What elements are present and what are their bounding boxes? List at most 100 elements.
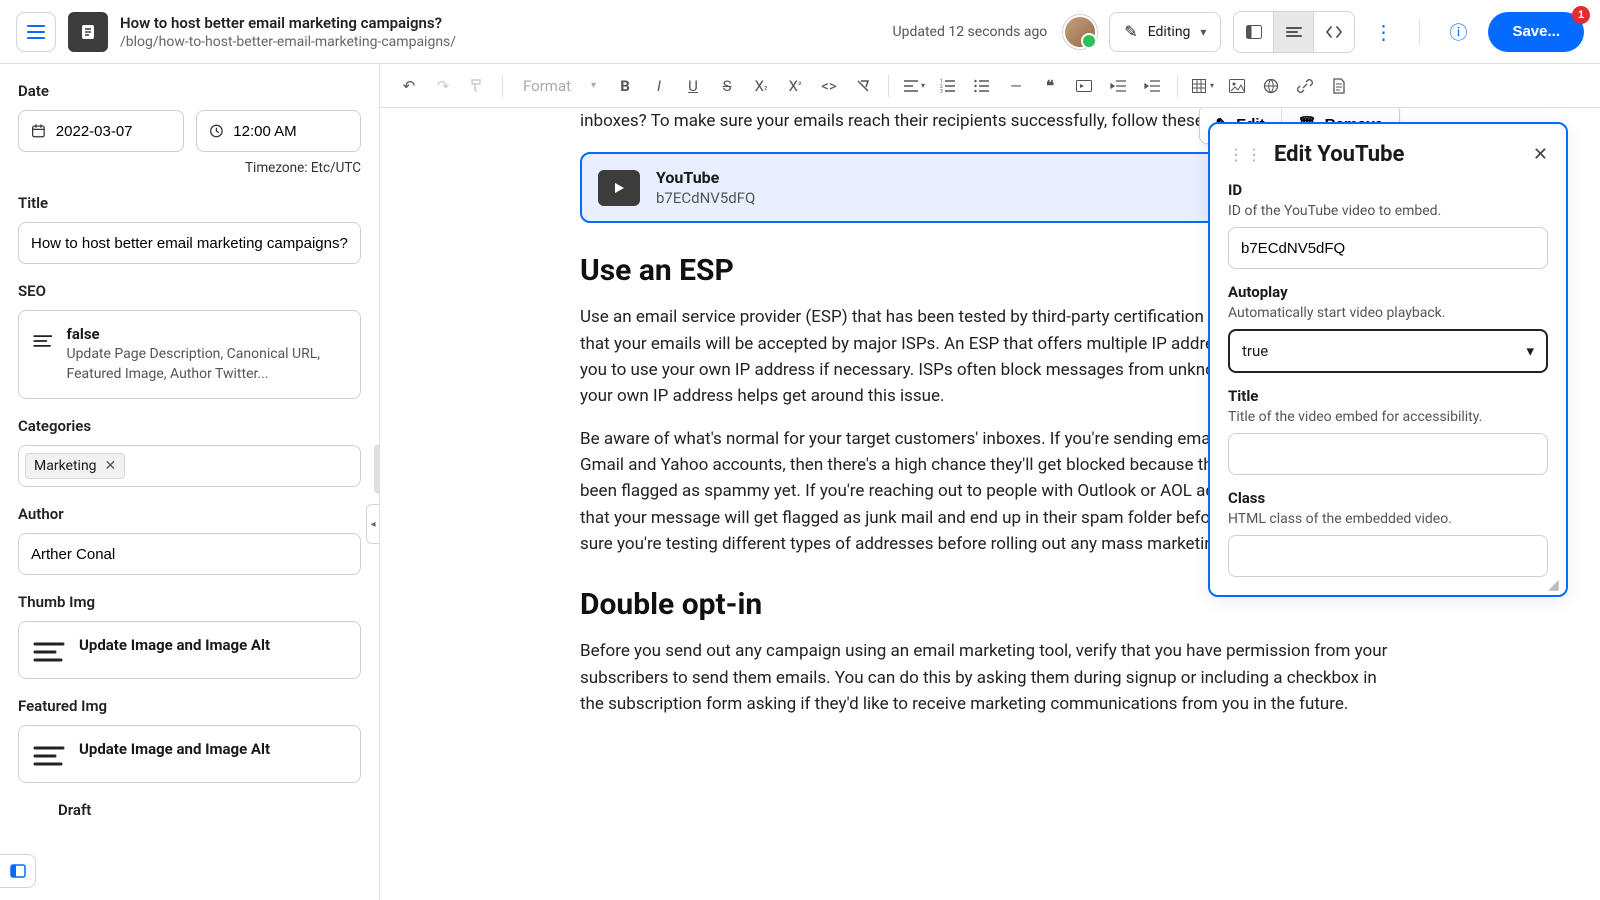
seo-card-desc: Update Page Description, Canonical URL, … [66, 345, 346, 384]
embed-button[interactable] [1069, 71, 1099, 101]
title-input[interactable] [18, 222, 361, 264]
menu-button[interactable] [16, 12, 56, 52]
redo-button[interactable]: ↷ [428, 71, 458, 101]
panel-title: Edit YouTube [1274, 142, 1523, 167]
hr-button[interactable]: — [1001, 71, 1031, 101]
bullet-list-button[interactable] [967, 71, 997, 101]
image-button[interactable] [1222, 71, 1252, 101]
edit-youtube-panel: ⋮⋮ Edit YouTube ✕ ID ID of the YouTube v… [1208, 122, 1568, 597]
pencil-icon: ✎ [1124, 22, 1137, 41]
date-input[interactable] [18, 110, 184, 152]
title-block: How to host better email marketing campa… [120, 14, 881, 50]
title-field[interactable] [31, 235, 348, 252]
subscript-button[interactable]: X₂ [746, 71, 776, 101]
date-label: Date [18, 82, 361, 100]
editor: ↶ ↷ Format ▾ B I U S X₂ X² <> ▾ [380, 64, 1600, 900]
clock-icon [209, 122, 224, 140]
view-code[interactable] [1314, 12, 1354, 52]
mode-selector[interactable]: ✎ Editing ▾ [1109, 12, 1221, 52]
save-badge: 1 [1572, 6, 1590, 24]
thumb-card[interactable]: Update Image and Image Alt [18, 621, 361, 679]
id-input[interactable] [1228, 227, 1548, 269]
close-icon[interactable]: ✕ [1533, 144, 1548, 165]
mode-label: Editing [1148, 24, 1191, 40]
link-button[interactable] [1290, 71, 1320, 101]
featured-card-title: Update Image and Image Alt [79, 740, 270, 758]
paragraph: Before you send out any campaign using a… [580, 638, 1400, 717]
align-button[interactable]: ▾ [899, 71, 929, 101]
embed-id-label: b7ECdNV5dFQ [656, 189, 755, 207]
resize-grip-icon[interactable]: ◢ [1548, 577, 1562, 591]
editor-toolbar: ↶ ↷ Format ▾ B I U S X₂ X² <> ▾ [380, 64, 1600, 108]
indent-button[interactable] [1137, 71, 1167, 101]
time-field[interactable] [233, 123, 348, 140]
format-dropdown[interactable]: Format ▾ [513, 77, 606, 95]
text-lines-icon [33, 329, 52, 353]
draft-label: Draft [58, 801, 361, 819]
sidebar-bottom-tab[interactable] [0, 854, 36, 888]
title-input[interactable] [1228, 433, 1548, 475]
chevron-down-icon: ▾ [1200, 25, 1206, 39]
category-chip: Marketing ✕ [25, 453, 125, 479]
autoplay-select[interactable]: true ▾ [1228, 329, 1548, 373]
class-input[interactable] [1228, 535, 1548, 577]
id-label: ID [1228, 181, 1548, 199]
code-button[interactable]: <> [814, 71, 844, 101]
drag-handle-icon[interactable]: ⋮⋮ [1228, 145, 1264, 164]
underline-button[interactable]: U [678, 71, 708, 101]
chevron-down-icon: ▾ [591, 80, 596, 91]
date-field[interactable] [56, 123, 171, 140]
outdent-button[interactable] [1103, 71, 1133, 101]
clear-format-button[interactable] [848, 71, 878, 101]
strikethrough-button[interactable]: S [712, 71, 742, 101]
view-mode-group [1233, 11, 1355, 53]
class-help: HTML class of the embedded video. [1228, 511, 1548, 527]
save-button[interactable]: Save... 1 [1488, 12, 1584, 52]
toolbar-separator [502, 75, 503, 97]
sidebar: Date Timezone: Etc/UTC Title SEO [0, 64, 380, 900]
author-input[interactable] [18, 533, 361, 575]
seo-label: SEO [18, 282, 361, 300]
text-lines-icon [33, 744, 65, 768]
embed-type-label: YouTube [656, 168, 755, 187]
view-panel-left[interactable] [1234, 12, 1274, 52]
seo-card[interactable]: false Update Page Description, Canonical… [18, 310, 361, 399]
table-button[interactable]: ▾ [1188, 71, 1218, 101]
divider [1419, 18, 1420, 46]
ordered-list-button[interactable]: 123 [933, 71, 963, 101]
categories-input[interactable]: Marketing ✕ [18, 445, 361, 487]
quote-button[interactable]: ❝ [1035, 71, 1065, 101]
superscript-button[interactable]: X² [780, 71, 810, 101]
time-input[interactable] [196, 110, 362, 152]
format-paint-button[interactable] [462, 71, 492, 101]
italic-button[interactable]: I [644, 71, 674, 101]
more-menu[interactable]: ⋮ [1367, 20, 1399, 44]
user-avatar[interactable] [1063, 15, 1097, 49]
globe-button[interactable] [1256, 71, 1286, 101]
sidebar-collapse[interactable]: ◂ [366, 504, 380, 544]
chip-remove[interactable]: ✕ [105, 458, 117, 474]
class-label: Class [1228, 489, 1548, 507]
timezone-text: Timezone: Etc/UTC [18, 160, 361, 176]
text-lines-icon [33, 640, 65, 664]
toolbar-separator [888, 75, 889, 97]
featured-card[interactable]: Update Image and Image Alt [18, 725, 361, 783]
updated-text: Updated 12 seconds ago [893, 24, 1048, 40]
autoplay-label: Autoplay [1228, 283, 1548, 301]
thumb-card-title: Update Image and Image Alt [79, 636, 270, 654]
info-icon[interactable]: ⓘ [1440, 14, 1476, 50]
thumb-label: Thumb Img [18, 593, 361, 611]
title-label: Title [18, 194, 361, 212]
document-button[interactable] [1324, 71, 1354, 101]
bold-button[interactable]: B [610, 71, 640, 101]
view-panel-center[interactable] [1274, 12, 1314, 52]
autoplay-help: Automatically start video playback. [1228, 305, 1548, 321]
chevron-down-icon: ▾ [1526, 342, 1534, 360]
id-help: ID of the YouTube video to embed. [1228, 203, 1548, 219]
svg-text:3: 3 [940, 89, 943, 93]
author-field[interactable] [31, 546, 348, 563]
undo-button[interactable]: ↶ [394, 71, 424, 101]
title-field-label: Title [1228, 387, 1548, 405]
doc-icon[interactable] [68, 12, 108, 52]
doc-title: How to host better email marketing campa… [120, 14, 881, 32]
